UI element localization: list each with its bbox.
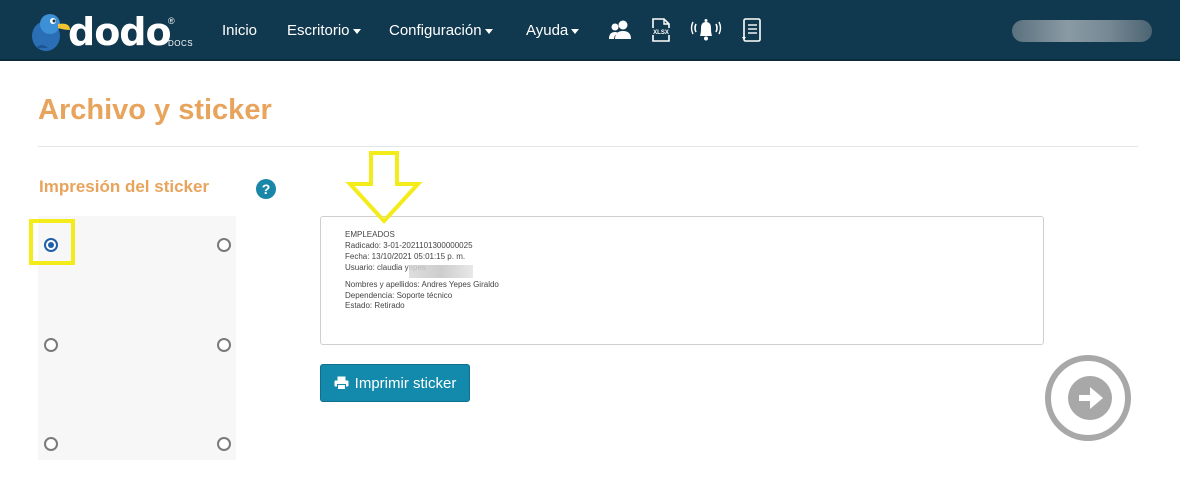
preview-line: Dependencia: Soporte técnico [345, 291, 453, 300]
logo-wordmark: dodo [68, 10, 172, 54]
arrow-down-annotation-icon [345, 151, 423, 224]
redacted-user [409, 265, 473, 278]
logo-docs-label: DOCS [168, 39, 194, 48]
nav-escritorio-label: Escritorio [287, 22, 350, 39]
preview-line: Estado: Retirado [345, 301, 405, 310]
bell-icon[interactable] [690, 17, 722, 43]
dodo-bird-icon [32, 14, 70, 51]
users-icon[interactable] [607, 17, 633, 43]
sticker-preview: EMPLEADOS Radicado: 3-01-202110130000002… [320, 216, 1044, 345]
nav-ayuda-label: Ayuda [526, 22, 569, 39]
selection-highlight [29, 219, 75, 265]
nav-inicio[interactable]: Inicio [222, 22, 257, 39]
print-sticker-label: Imprimir sticker [354, 374, 457, 392]
logo-registered: ® [168, 16, 175, 26]
preview-line: Fecha: 13/10/2021 05:01:15 p. m. [345, 252, 466, 261]
nav-configuracion[interactable]: Configuración [389, 22, 493, 39]
position-radio-middle-left[interactable] [44, 338, 58, 352]
xlsx-label: XLSX [653, 30, 669, 36]
section-title: Impresión del sticker [39, 177, 210, 196]
chevron-down-icon [484, 28, 493, 34]
dodo-logo[interactable]: dodo ® DOCS [28, 8, 198, 54]
nav-escritorio[interactable]: Escritorio [287, 22, 361, 39]
user-profile-menu[interactable] [1012, 20, 1152, 42]
position-radio-middle-right[interactable] [217, 338, 231, 352]
nav-configuracion-label: Configuración [389, 22, 482, 39]
nav-inicio-label: Inicio [222, 22, 258, 39]
page-title: Archivo y sticker [38, 94, 272, 126]
print-sticker-button[interactable]: Imprimir sticker [320, 364, 470, 402]
top-navbar: dodo ® DOCS Inicio Escritorio Configurac… [0, 0, 1180, 61]
position-radio-bottom-left[interactable] [44, 437, 58, 451]
nav-ayuda[interactable]: Ayuda [526, 22, 580, 39]
title-divider [38, 146, 1138, 147]
xlsx-file-icon[interactable]: XLSX [648, 17, 674, 43]
position-radio-top-right[interactable] [217, 238, 231, 252]
printer-icon [334, 376, 349, 390]
preview-line: EMPLEADOS [345, 230, 395, 239]
preview-line: Nombres y apellidos: Andres Yepes Girald… [345, 280, 499, 289]
help-icon[interactable]: ? [256, 179, 276, 199]
document-list-icon[interactable] [739, 17, 765, 43]
preview-line: Radicado: 3-01-2021101300000025 [345, 241, 473, 250]
chevron-down-icon [571, 28, 580, 34]
position-radio-bottom-right[interactable] [217, 437, 231, 451]
arrow-right-circle-icon[interactable] [1043, 353, 1133, 443]
chevron-down-icon [352, 28, 361, 34]
